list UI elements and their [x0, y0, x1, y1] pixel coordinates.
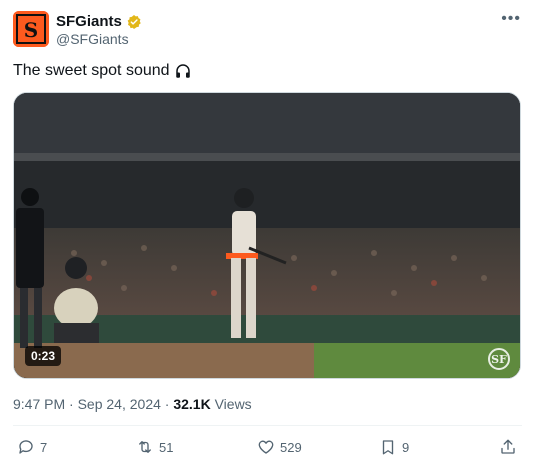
verified-badge-icon [127, 14, 141, 29]
tweet-body: The sweet spot sound [13, 62, 170, 79]
meta-separator-2: · [164, 396, 170, 412]
video-duration: 0:23 [25, 346, 62, 366]
sf-logo-icon: S [13, 11, 49, 47]
tweet-meta: 9:47 PM · Sep 24, 2024 · 32.1K Views [13, 396, 252, 412]
share-button[interactable] [499, 438, 517, 456]
more-icon[interactable]: ••• [501, 10, 521, 28]
repost-icon [139, 441, 151, 453]
headphones-icon [175, 64, 190, 78]
like-button[interactable]: 529 [257, 438, 302, 456]
video-player[interactable]: 0:23 SF [13, 92, 521, 379]
handle[interactable]: @SFGiants [56, 31, 129, 47]
bookmark-count: 9 [402, 439, 410, 455]
video-thumbnail [14, 93, 520, 378]
reply-icon [19, 440, 33, 454]
repost-button[interactable]: 51 [136, 438, 173, 456]
bookmark-button[interactable]: 9 [379, 438, 409, 456]
views-count: 32.1K [173, 396, 211, 412]
tweet-time[interactable]: 9:47 PM [13, 396, 65, 412]
like-icon [258, 440, 274, 454]
giants-watermark-icon: SF [488, 348, 510, 370]
share-icon [501, 439, 515, 454]
repost-count: 51 [159, 439, 174, 455]
meta-separator: · [69, 396, 74, 412]
views-label: Views [214, 396, 252, 412]
display-name[interactable]: SFGiants [56, 13, 122, 30]
divider [13, 425, 522, 426]
action-bar: 7 51 529 9 [13, 438, 522, 460]
svg-text:S: S [24, 18, 38, 42]
tweet-text: The sweet spot sound [13, 62, 192, 80]
reply-count: 7 [40, 439, 48, 455]
like-count: 529 [280, 439, 302, 455]
tweet-date[interactable]: Sep 24, 2024 [78, 396, 161, 412]
reply-button[interactable]: 7 [17, 438, 47, 456]
bookmark-icon [382, 440, 394, 455]
avatar[interactable]: S [13, 11, 49, 47]
